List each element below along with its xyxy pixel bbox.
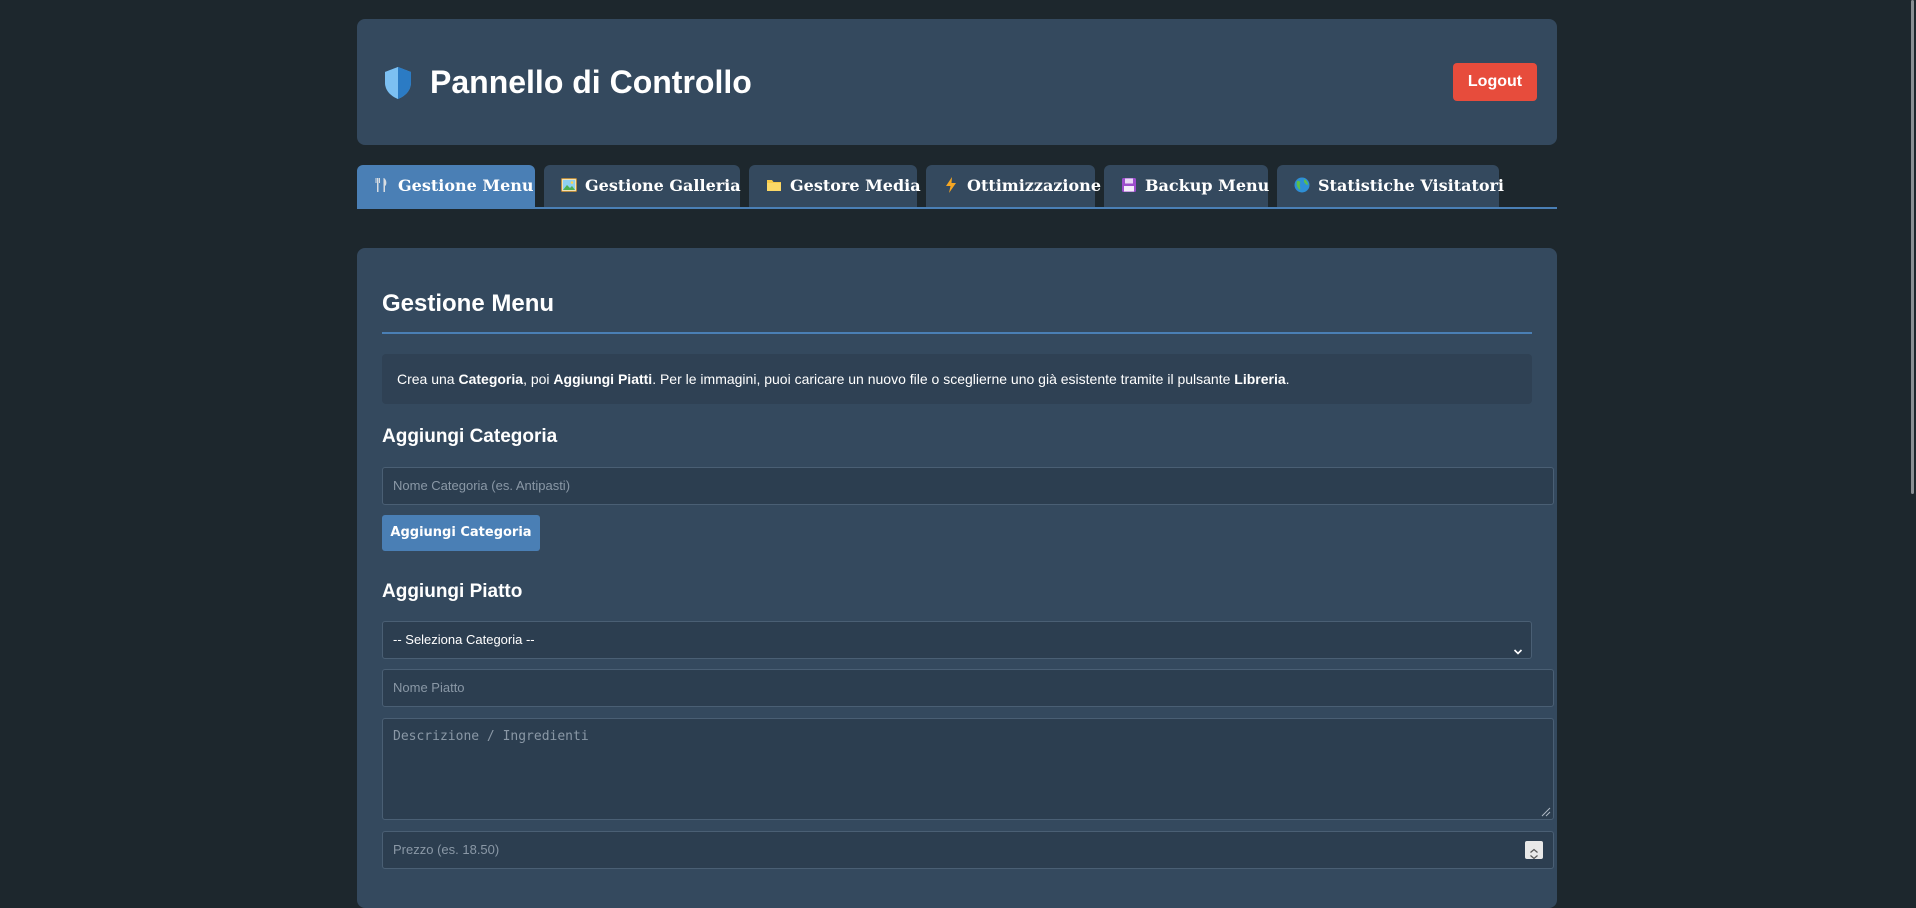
info-box: Crea una Categoria, poi Aggiungi Piatti.… xyxy=(382,354,1532,404)
floppy-disk-icon xyxy=(1121,167,1137,192)
info-text: , poi xyxy=(523,371,554,387)
number-spinner-icon[interactable] xyxy=(1525,841,1543,860)
info-text: . Per le immagini, puoi caricare un nuov… xyxy=(652,371,1235,387)
info-highlight: Libreria xyxy=(1234,371,1286,387)
info-highlight: Aggiungi Piatti xyxy=(553,371,653,387)
fork-knife-icon xyxy=(374,167,390,192)
info-text: Crea una xyxy=(397,371,459,387)
main-panel: Gestione Menu Crea una Categoria, poi Ag… xyxy=(357,248,1557,908)
globe-icon xyxy=(1294,167,1310,193)
picture-icon xyxy=(561,167,577,192)
header: Pannello di Controllo Logout xyxy=(357,19,1557,145)
price-input[interactable]: Prezzo (es. 18.50) xyxy=(382,831,1554,869)
tab-label: Backup Menu xyxy=(1145,176,1270,195)
category-select-value: -- Seleziona Categoria -- xyxy=(393,632,535,647)
shield-icon xyxy=(383,66,413,100)
price-placeholder: Prezzo (es. 18.50) xyxy=(393,842,500,857)
tab-gestore-media[interactable]: Gestore Media xyxy=(749,165,921,207)
lightning-icon xyxy=(943,167,959,193)
add-dish-title: Aggiungi Piatto xyxy=(382,581,523,602)
add-category-button[interactable]: Aggiungi Categoria xyxy=(382,515,540,551)
tab-backup-menu[interactable]: Backup Menu xyxy=(1104,165,1270,207)
folder-icon xyxy=(766,167,782,191)
description-textarea[interactable]: Descrizione / Ingredienti xyxy=(382,718,1554,820)
tab-statistiche-visitatori[interactable]: Statistiche Visitatori xyxy=(1277,165,1504,207)
tab-label: Gestore Media xyxy=(790,176,921,195)
tab-gestione-menu[interactable]: Gestione Menu xyxy=(357,165,535,207)
tab-label: Ottimizzazione xyxy=(967,176,1101,195)
tab-label: Statistiche Visitatori xyxy=(1318,176,1505,195)
page-scrollbar[interactable] xyxy=(1911,0,1914,494)
tab-label: Gestione Galleria xyxy=(585,176,741,195)
add-category-title: Aggiungi Categoria xyxy=(382,426,558,447)
chevron-down-icon xyxy=(1513,635,1523,655)
info-text: . xyxy=(1285,371,1290,387)
info-highlight: Categoria xyxy=(458,371,524,387)
tab-gestione-galleria[interactable]: Gestione Galleria xyxy=(544,165,741,207)
page-title: Pannello di Controllo xyxy=(430,64,752,100)
tab-bar: Gestione Menu Gestione Galleria Gestore … xyxy=(357,165,1557,209)
category-name-input[interactable]: Nome Categoria (es. Antipasti) xyxy=(382,467,1554,505)
category-select[interactable]: -- Seleziona Categoria -- xyxy=(382,621,1532,659)
tab-label: Gestione Menu xyxy=(398,176,534,195)
section-title: Gestione Menu xyxy=(382,290,1532,334)
resize-grip-icon[interactable] xyxy=(1539,805,1551,817)
description-placeholder: Descrizione / Ingredienti xyxy=(393,729,589,744)
dish-name-input[interactable]: Nome Piatto xyxy=(382,669,1554,707)
tab-ottimizzazione[interactable]: Ottimizzazione xyxy=(926,165,1101,207)
logout-button[interactable]: Logout xyxy=(1453,63,1537,101)
